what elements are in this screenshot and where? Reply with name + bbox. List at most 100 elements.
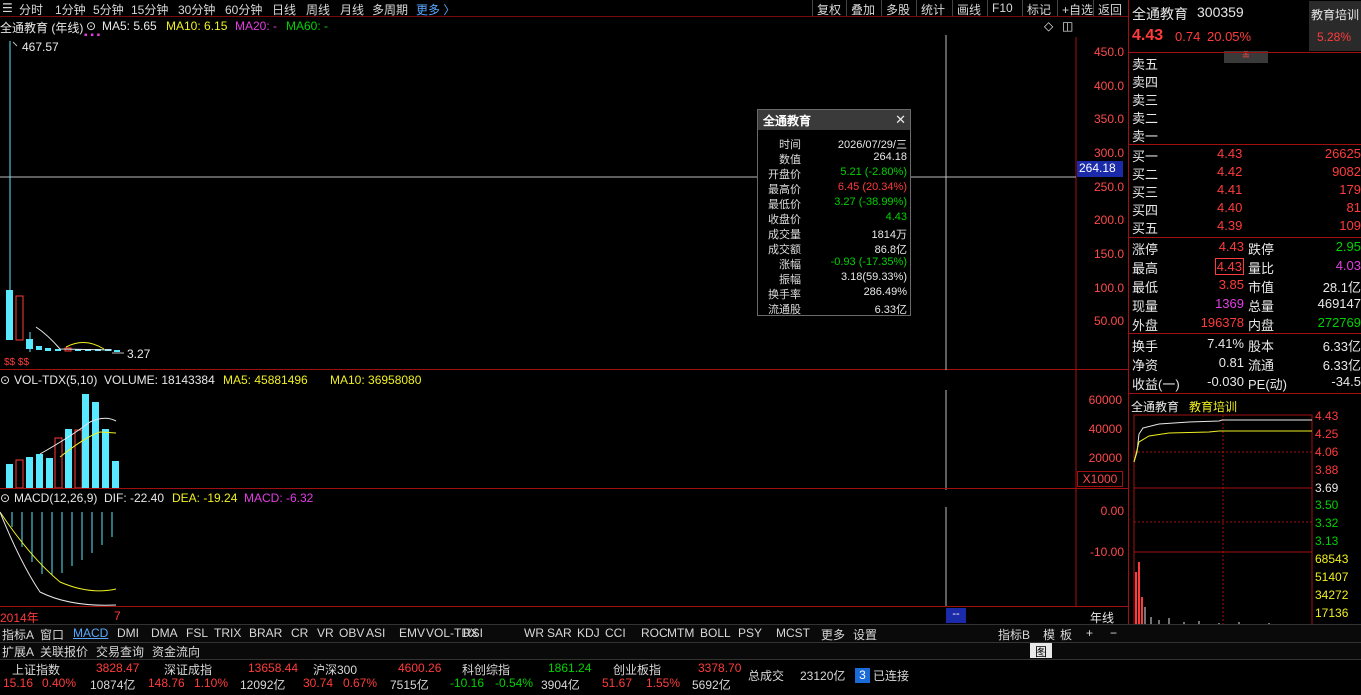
indicator-tab[interactable]: CCI (605, 625, 626, 642)
extension-tab[interactable]: 扩展A (2, 643, 34, 660)
period-tab[interactable]: 周线 (306, 1, 330, 18)
macd-title: MACD(12,26,9) (14, 491, 98, 505)
tooltip-row: 流通股 6.33亿 (758, 301, 910, 316)
tooltip-value: 2026/07/29/三 (837, 139, 907, 151)
connection-status[interactable]: 已连接 (873, 667, 909, 684)
toolbar-button[interactable]: +自选 (1062, 1, 1093, 18)
stock-pct: 20.05% (1207, 29, 1252, 44)
volume-title-icon[interactable]: ⊙ (0, 373, 10, 387)
volume-ma10: MA10: 36958080 (330, 373, 422, 387)
fin-k2: 股本 (1248, 339, 1275, 354)
indicator-tab[interactable]: VR (317, 625, 334, 642)
indicator-control[interactable]: + (1086, 625, 1093, 642)
toolbar-button[interactable]: F10 (992, 1, 1013, 15)
stock-code: 300359 (1197, 4, 1244, 20)
indicator-tab[interactable]: EMV (399, 625, 425, 642)
indicator-tab[interactable]: WR (524, 625, 544, 642)
indicator-tab[interactable]: BRAR (249, 625, 282, 642)
macd-axis-tick: -10.00 (1089, 545, 1124, 559)
volume-ma5: MA5: 45881496 (223, 373, 308, 387)
macd-panel[interactable] (0, 490, 1128, 607)
macd-dea: DEA: -19.24 (172, 491, 238, 505)
toolbar-button[interactable]: 画线 (957, 1, 981, 18)
toolbar-button[interactable]: 返回 (1098, 1, 1122, 18)
period-tab[interactable]: 更多 〉 (416, 1, 455, 18)
period-tab[interactable]: 60分钟 (225, 1, 262, 18)
extension-tab[interactable]: 资金流向 (152, 643, 200, 660)
index-chg: 15.16 (3, 676, 34, 690)
close-icon[interactable]: ✕ (895, 112, 906, 128)
fin-v2: 6.33亿 (1322, 358, 1361, 373)
period-tab[interactable]: 日线 (272, 1, 296, 18)
period-tab[interactable]: 分时 (19, 1, 43, 18)
tooltip-value: 264.18 (873, 151, 907, 163)
indicator-tab[interactable]: 更多 (821, 625, 845, 642)
index-amt: 12092亿 (240, 678, 286, 692)
indicator-control[interactable]: 模 (1043, 625, 1055, 642)
macd-title-icon[interactable]: ⊙ (0, 491, 10, 505)
tooltip-key: 成交额 (768, 244, 801, 256)
indicator-tab[interactable]: 窗口 (40, 625, 64, 642)
indicator-control[interactable]: 指标B (998, 625, 1030, 642)
indicator-tab[interactable]: MCST (776, 625, 810, 642)
mini-price-tick: 4.06 (1315, 445, 1339, 459)
fin-k1: 净资 (1132, 358, 1159, 373)
tooltip-row: 开盘价 5.21 (-2.80%) (758, 166, 910, 181)
indicator-tab[interactable]: MACD (73, 625, 108, 642)
tooltip-value: -0.93 (-17.35%) (830, 256, 907, 268)
toolbar-button[interactable]: 多股 (886, 1, 910, 18)
ask-level: 卖一 (1132, 129, 1159, 144)
stat-k2: 市值 (1248, 280, 1275, 295)
index-pct: 1.10% (194, 676, 229, 690)
bid-k: 买一 (1132, 149, 1159, 164)
indicator-tab[interactable]: MTM (667, 625, 694, 642)
indicator-tab[interactable]: ROC (641, 625, 668, 642)
extension-tab[interactable]: 交易查询 (96, 643, 144, 660)
toolbar-button[interactable]: 标记 (1027, 1, 1051, 18)
mini-vol-tick: 51407 (1315, 570, 1349, 584)
extension-tab[interactable]: 关联报价 (40, 643, 88, 660)
indicator-tab[interactable]: 设置 (853, 625, 877, 642)
tooltip-title: 全通教育 (758, 110, 910, 130)
menu-icon[interactable]: ☰ (2, 1, 13, 15)
indicator-tab[interactable]: DMA (151, 625, 178, 642)
period-tab[interactable]: 5分钟 (93, 1, 124, 18)
toolbar-button[interactable]: 复权 (817, 1, 841, 18)
indicator-tab[interactable]: SAR (547, 625, 572, 642)
bid-v: 81 (1346, 200, 1361, 215)
index-chg: 30.74 (303, 676, 334, 690)
period-tab[interactable]: 月线 (340, 1, 364, 18)
tooltip-value: 286.49% (863, 286, 907, 298)
volume-panel[interactable] (0, 371, 1128, 489)
period-tab[interactable]: 30分钟 (178, 1, 215, 18)
toolbar-button[interactable]: 叠加 (851, 1, 875, 18)
index-amt: 10874亿 (90, 678, 136, 692)
period-tab[interactable]: 15分钟 (131, 1, 168, 18)
tooltip-row: 换手率 286.49% (758, 286, 910, 301)
period-tab[interactable]: 多周期 (372, 1, 408, 18)
indicator-tab[interactable]: RSI (463, 625, 483, 642)
macd-axis-tick: 0.00 (1100, 504, 1124, 518)
indicator-tab[interactable]: TRIX (214, 625, 241, 642)
index-pct: -0.54% (495, 676, 534, 690)
indicator-tab[interactable]: FSL (186, 625, 208, 642)
indicator-tab[interactable]: KDJ (577, 625, 600, 642)
period-tab[interactable]: 1分钟 (55, 1, 86, 18)
toolbar-button[interactable]: 统计 (921, 1, 945, 18)
axis-tick: 100.0 (1093, 281, 1124, 295)
tooltip-key: 最高价 (768, 184, 801, 196)
indicator-control[interactable]: − (1110, 625, 1117, 642)
connection-count-badge[interactable]: 3 (855, 668, 870, 683)
indicator-tab[interactable]: BOLL (700, 625, 731, 642)
diagram-tab[interactable]: 图 (1030, 643, 1052, 659)
sector-name[interactable]: 教育培训 (1311, 6, 1359, 23)
indicator-tab[interactable]: CR (291, 625, 308, 642)
tooltip-key: 涨幅 (779, 259, 801, 271)
stock-change: 0.74 (1175, 29, 1201, 44)
indicator-control[interactable]: 板 (1060, 625, 1072, 642)
indicator-tab[interactable]: PSY (738, 625, 762, 642)
indicator-tab[interactable]: ASI (366, 625, 385, 642)
indicator-tab[interactable]: DMI (117, 625, 139, 642)
indicator-tab[interactable]: 指标A (2, 625, 34, 642)
indicator-tab[interactable]: OBV (339, 625, 364, 642)
